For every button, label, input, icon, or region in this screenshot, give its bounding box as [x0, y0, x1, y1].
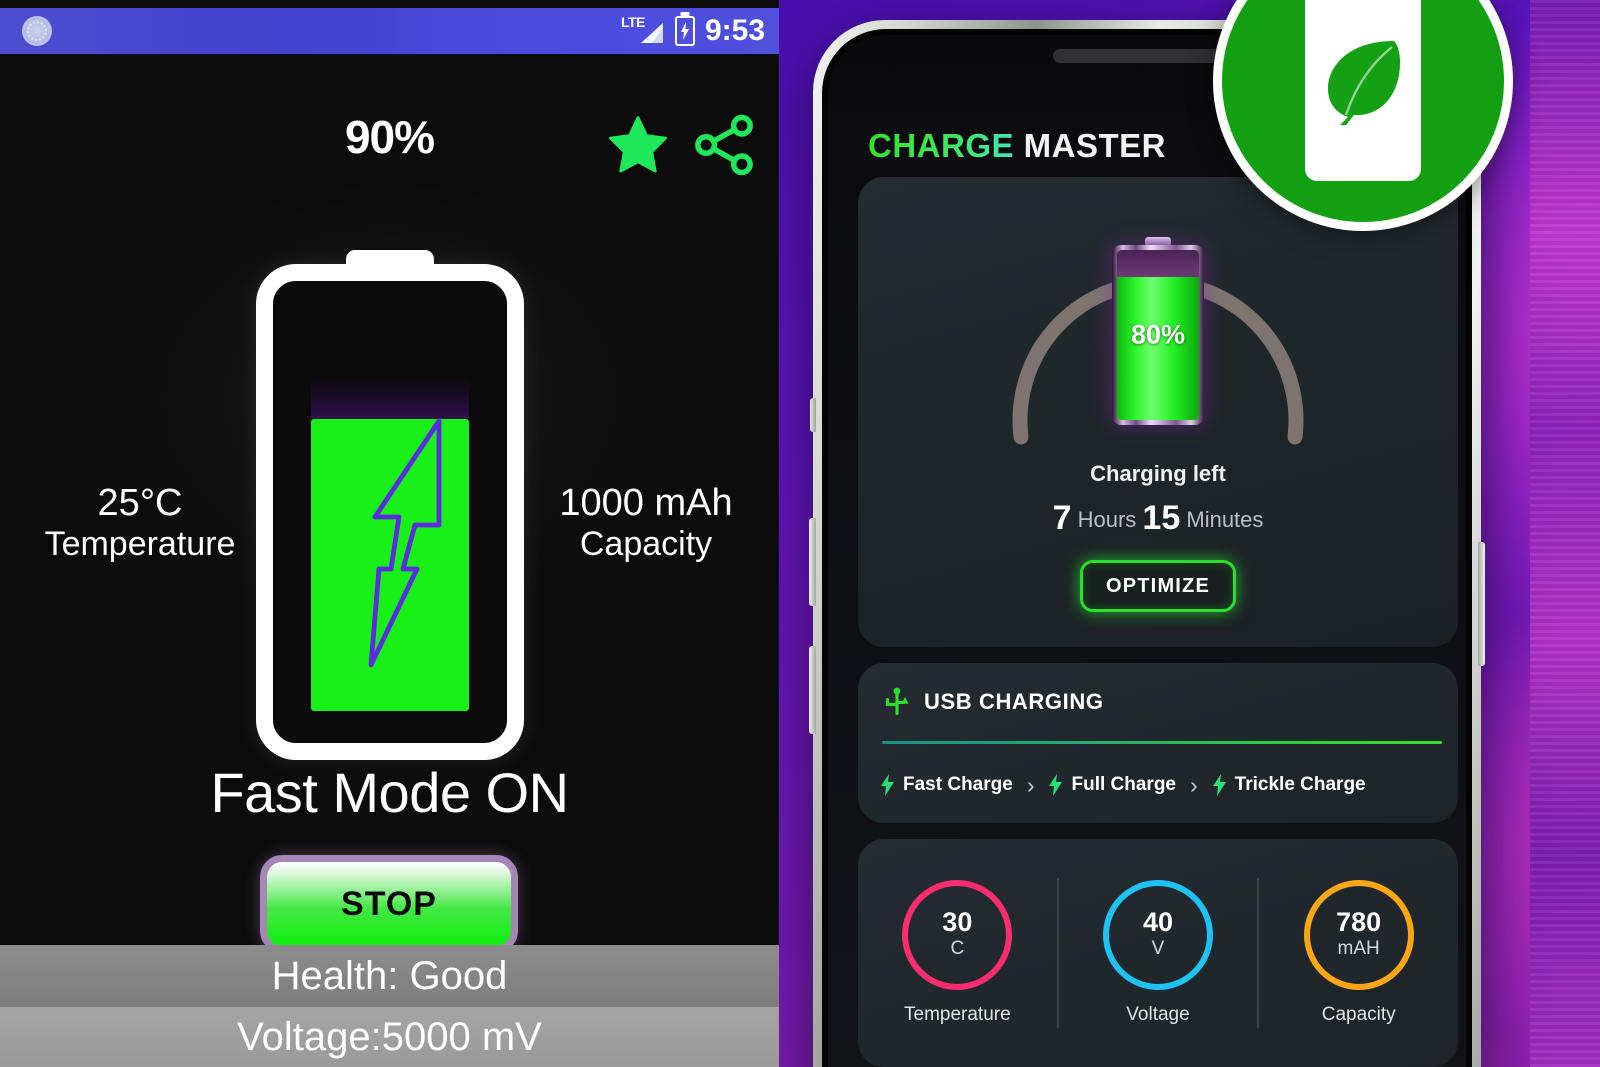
usb-card-title: USB CHARGING — [924, 689, 1104, 714]
app-title-rest: MASTER — [1014, 127, 1167, 164]
earpiece-speaker — [1053, 49, 1241, 63]
chevron-right-icon: › — [1026, 771, 1035, 798]
charge-stage-label: Trickle Charge — [1234, 774, 1366, 795]
battery-shell — [256, 264, 524, 760]
bolt-glyph — [680, 22, 689, 40]
charge-stage-list: Fast Charge › Full Charge › Trickle Char… — [880, 768, 1448, 802]
voltage-ring: 40 V — [1103, 880, 1213, 990]
capacity-stat: 1000 mAh Capacity — [524, 482, 768, 563]
hours-unit: Hours — [1077, 507, 1137, 532]
battery-core: 80% — [1117, 250, 1199, 420]
battery-icon: 80% — [1112, 237, 1204, 425]
volume-down-button — [809, 646, 816, 734]
voltage-unit: V — [1151, 937, 1165, 959]
battery-charging-icon — [674, 16, 695, 46]
share-icon[interactable] — [686, 112, 762, 178]
capacity-caption: Capacity — [1321, 1004, 1396, 1025]
screenshot-root: LTE 9:53 90% 25°C Temperature 1000 mAh C… — [0, 0, 1600, 1067]
charge-summary-card: 80% Charging left 7 Hours 15 Minutes OPT… — [858, 177, 1458, 647]
battery-body: 80% — [1112, 245, 1204, 425]
minutes-value: 15 — [1142, 499, 1181, 537]
volume-up-button — [809, 518, 816, 606]
power-button — [1478, 542, 1485, 666]
usb-progress-line — [882, 741, 1442, 744]
charging-left-label: Charging left — [1090, 461, 1226, 486]
stat-voltage: 40 V Voltage — [1059, 880, 1258, 1026]
charge-stage-fast[interactable]: Fast Charge — [880, 773, 1013, 797]
lightning-bolt-icon — [368, 418, 442, 668]
health-status: Health: Good — [0, 945, 779, 1007]
battery-empty-area — [1117, 250, 1199, 278]
leaf-icon — [1328, 41, 1400, 125]
lightning-bolt-icon — [1049, 774, 1063, 796]
usb-card-header: USB CHARGING — [884, 687, 1104, 717]
stat-temperature: 30 C Temperature — [858, 880, 1057, 1026]
time-remaining: 7 Hours 15 Minutes — [858, 499, 1458, 538]
voltage-status: Voltage:5000 mV — [0, 1007, 779, 1067]
temperature-stat: 25°C Temperature — [28, 482, 252, 563]
app-title: CHARGE MASTER — [868, 127, 1166, 165]
android-app-screenshot: LTE 9:53 90% 25°C Temperature 1000 mAh C… — [0, 0, 779, 1067]
temperature-value: 25°C — [97, 482, 183, 524]
usb-charging-card: USB CHARGING Fast Charge › Full Charge ›… — [858, 663, 1458, 823]
charge-stage-label: Fast Charge — [903, 774, 1013, 795]
temperature-label: Temperature — [44, 524, 236, 563]
battery-percent-label: 80% — [1130, 319, 1186, 350]
leaf-plate — [1305, 0, 1421, 181]
background-texture — [1530, 0, 1600, 1067]
hours-value: 7 — [1052, 499, 1072, 537]
temperature-caption: Temperature — [904, 1004, 1011, 1025]
temperature-value: 30 — [942, 906, 973, 937]
battery-graphic — [256, 250, 524, 760]
percent-row: 90% — [0, 110, 779, 176]
stat-capacity: 780 mAH Capacity — [1259, 880, 1458, 1026]
clock: 9:53 — [704, 14, 765, 47]
battery-stats-card: 30 C Temperature 40 V Voltage 780 mAH Ca… — [858, 839, 1458, 1067]
status-bar-right: LTE 9:53 — [621, 14, 765, 48]
stop-button[interactable]: STOP — [260, 855, 518, 953]
app-title-accent: CHARGE — [868, 127, 1015, 164]
lightning-bolt-icon — [881, 774, 894, 796]
temperature-ring: 30 C — [902, 880, 1013, 990]
chevron-right-icon: › — [1190, 771, 1198, 798]
capacity-value: 1000 mAh — [559, 482, 733, 524]
charge-mode-status: Fast Mode ON — [210, 761, 569, 824]
app-content: 90% 25°C Temperature 1000 mAh Capacity F… — [0, 54, 779, 1067]
charge-stage-label: Full Charge — [1071, 774, 1176, 795]
capacity-unit: mAH — [1337, 937, 1380, 959]
usb-icon — [886, 687, 909, 715]
voltage-value: 40 — [1142, 906, 1174, 937]
charge-stage-full[interactable]: Full Charge — [1048, 773, 1176, 797]
optimize-button[interactable]: OPTIMIZE — [1080, 560, 1236, 612]
capacity-value: 780 — [1336, 906, 1382, 937]
signal-bars-icon: LTE — [621, 14, 665, 47]
launcher-circle-icon — [22, 16, 52, 46]
temperature-unit: C — [950, 937, 965, 959]
capacity-label: Capacity — [579, 524, 713, 563]
stats-row: 30 C Temperature 40 V Voltage 780 mAH Ca… — [858, 839, 1458, 1067]
star-icon[interactable] — [603, 112, 673, 178]
mute-switch — [810, 398, 816, 432]
minutes-unit: Minutes — [1186, 507, 1264, 532]
capacity-ring: 780 mAH — [1303, 880, 1414, 990]
voltage-caption: Voltage — [1126, 1004, 1190, 1025]
lightning-bolt-icon — [1212, 774, 1226, 796]
charge-stage-trickle[interactable]: Trickle Charge — [1212, 773, 1366, 797]
signal-bars-glyph — [640, 23, 663, 43]
status-bar: LTE 9:53 — [0, 8, 779, 54]
